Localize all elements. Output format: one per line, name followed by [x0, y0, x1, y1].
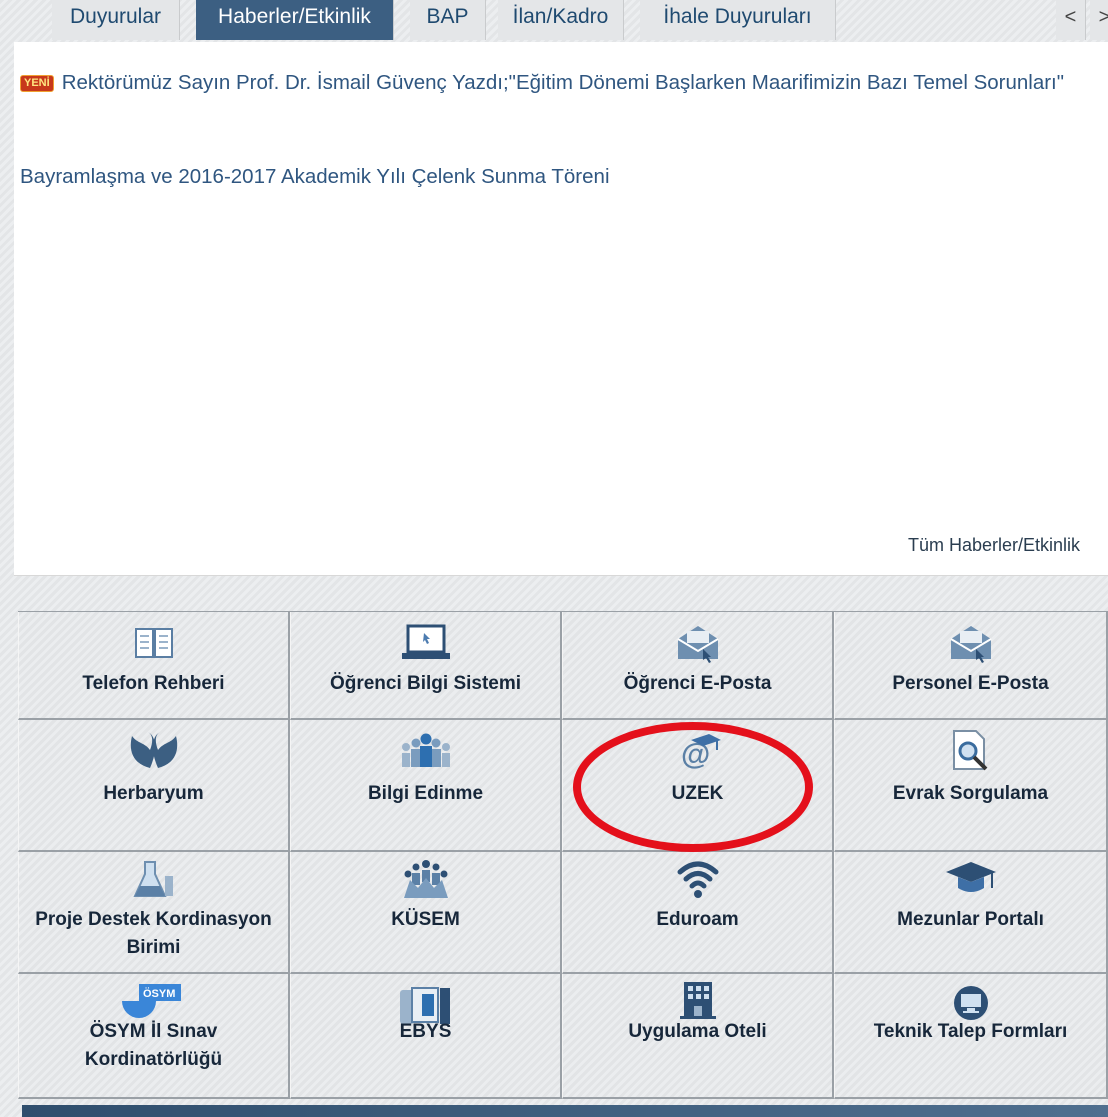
link-label: Öğrenci Bilgi Sistemi — [329, 673, 522, 694]
link-uygulama-oteli[interactable]: Uygulama Oteli — [562, 974, 834, 1099]
tab-duyurular[interactable]: Duyurular — [52, 0, 180, 40]
link-label: Herbaryum — [103, 783, 204, 804]
tab-bar: Duyurular Haberler/Etkinlik BAP İlan/Kad… — [0, 0, 1108, 42]
graduation-cap-icon — [835, 854, 1106, 904]
link-herbaryum[interactable]: Herbaryum — [18, 720, 290, 852]
envelope-icon — [563, 618, 832, 668]
group-icon — [291, 854, 560, 904]
link-ogrenci-e-posta[interactable]: Öğrenci E-Posta — [562, 612, 834, 720]
link-label: KÜSEM — [391, 909, 460, 930]
laptop-icon — [291, 618, 560, 668]
tab-ilan-kadro[interactable]: İlan/Kadro — [498, 0, 624, 40]
link-personel-e-posta[interactable]: Personel E-Posta — [834, 612, 1108, 720]
all-news-link[interactable]: Tüm Haberler/Etkinlik — [908, 535, 1080, 556]
news-item-title[interactable]: Rektörümüz Sayın Prof. Dr. İsmail Güvenç… — [62, 71, 1064, 94]
link-osym[interactable]: ÖSYM ÖSYM İl Sınav Kordinatörlüğü — [18, 974, 290, 1099]
link-label: Bilgi Edinme — [367, 783, 484, 804]
link-kusem[interactable]: KÜSEM — [290, 852, 562, 974]
tab-bap[interactable]: BAP — [410, 0, 486, 40]
new-badge: YENİ — [20, 75, 54, 92]
news-item[interactable]: Bayramlaşma ve 2016-2017 Akademik Yılı Ç… — [20, 162, 610, 192]
link-label: Personel E-Posta — [892, 673, 1049, 694]
link-label: ÖSYM İl Sınav Kordinatörlüğü — [84, 1021, 223, 1070]
svg-text:ÖSYM: ÖSYM — [143, 987, 175, 1000]
link-label: Proje Destek Kordinasyon Birimi — [35, 909, 272, 958]
link-teknik-talep-formlari[interactable]: Teknik Talep Formları — [834, 974, 1108, 1099]
leaf-icon — [19, 726, 288, 776]
link-label: Öğrenci E-Posta — [623, 673, 772, 694]
quick-links-grid: Telefon Rehberi Öğrenci Bilgi Sistemi Öğ… — [18, 611, 1108, 1101]
highlight-circle — [573, 722, 813, 852]
tab-haberler-etkinlik[interactable]: Haberler/Etkinlik — [196, 0, 394, 40]
link-ogrenci-bilgi-sistemi[interactable]: Öğrenci Bilgi Sistemi — [290, 612, 562, 720]
link-label: Evrak Sorgulama — [892, 783, 1049, 804]
book-icon — [19, 618, 288, 668]
building-icon — [563, 974, 832, 1024]
link-bilgi-edinme[interactable]: Bilgi Edinme — [290, 720, 562, 852]
link-eduroam[interactable]: Eduroam — [562, 852, 834, 974]
envelope-icon — [835, 618, 1106, 668]
tab-ihale-duyurulari[interactable]: İhale Duyuruları — [640, 0, 836, 40]
link-evrak-sorgulama[interactable]: Evrak Sorgulama — [834, 720, 1108, 852]
flask-icon — [19, 854, 288, 904]
tab-prev-button[interactable]: < — [1056, 0, 1086, 40]
tab-next-button[interactable]: > — [1090, 0, 1108, 40]
link-label: Eduroam — [656, 909, 739, 930]
document-search-icon — [835, 726, 1106, 776]
link-telefon-rehberi[interactable]: Telefon Rehberi — [18, 612, 290, 720]
link-label: EBYS — [399, 1021, 452, 1042]
link-label: Teknik Talep Formları — [873, 1021, 1068, 1042]
news-item[interactable]: YENİ Rektörümüz Sayın Prof. Dr. İsmail Gü… — [20, 68, 1100, 98]
link-label: Telefon Rehberi — [82, 673, 225, 694]
link-ebys[interactable]: EBYS — [290, 974, 562, 1099]
link-label: Uygulama Oteli — [628, 1021, 767, 1042]
people-icon — [291, 726, 560, 776]
link-mezunlar-portali[interactable]: Mezunlar Portalı — [834, 852, 1108, 974]
footer-bar — [22, 1105, 1108, 1117]
link-proje-destek[interactable]: Proje Destek Kordinasyon Birimi — [18, 852, 290, 974]
link-label: Mezunlar Portalı — [897, 909, 1044, 930]
wifi-icon — [563, 854, 832, 904]
news-panel: YENİ Rektörümüz Sayın Prof. Dr. İsmail Gü… — [14, 42, 1108, 576]
